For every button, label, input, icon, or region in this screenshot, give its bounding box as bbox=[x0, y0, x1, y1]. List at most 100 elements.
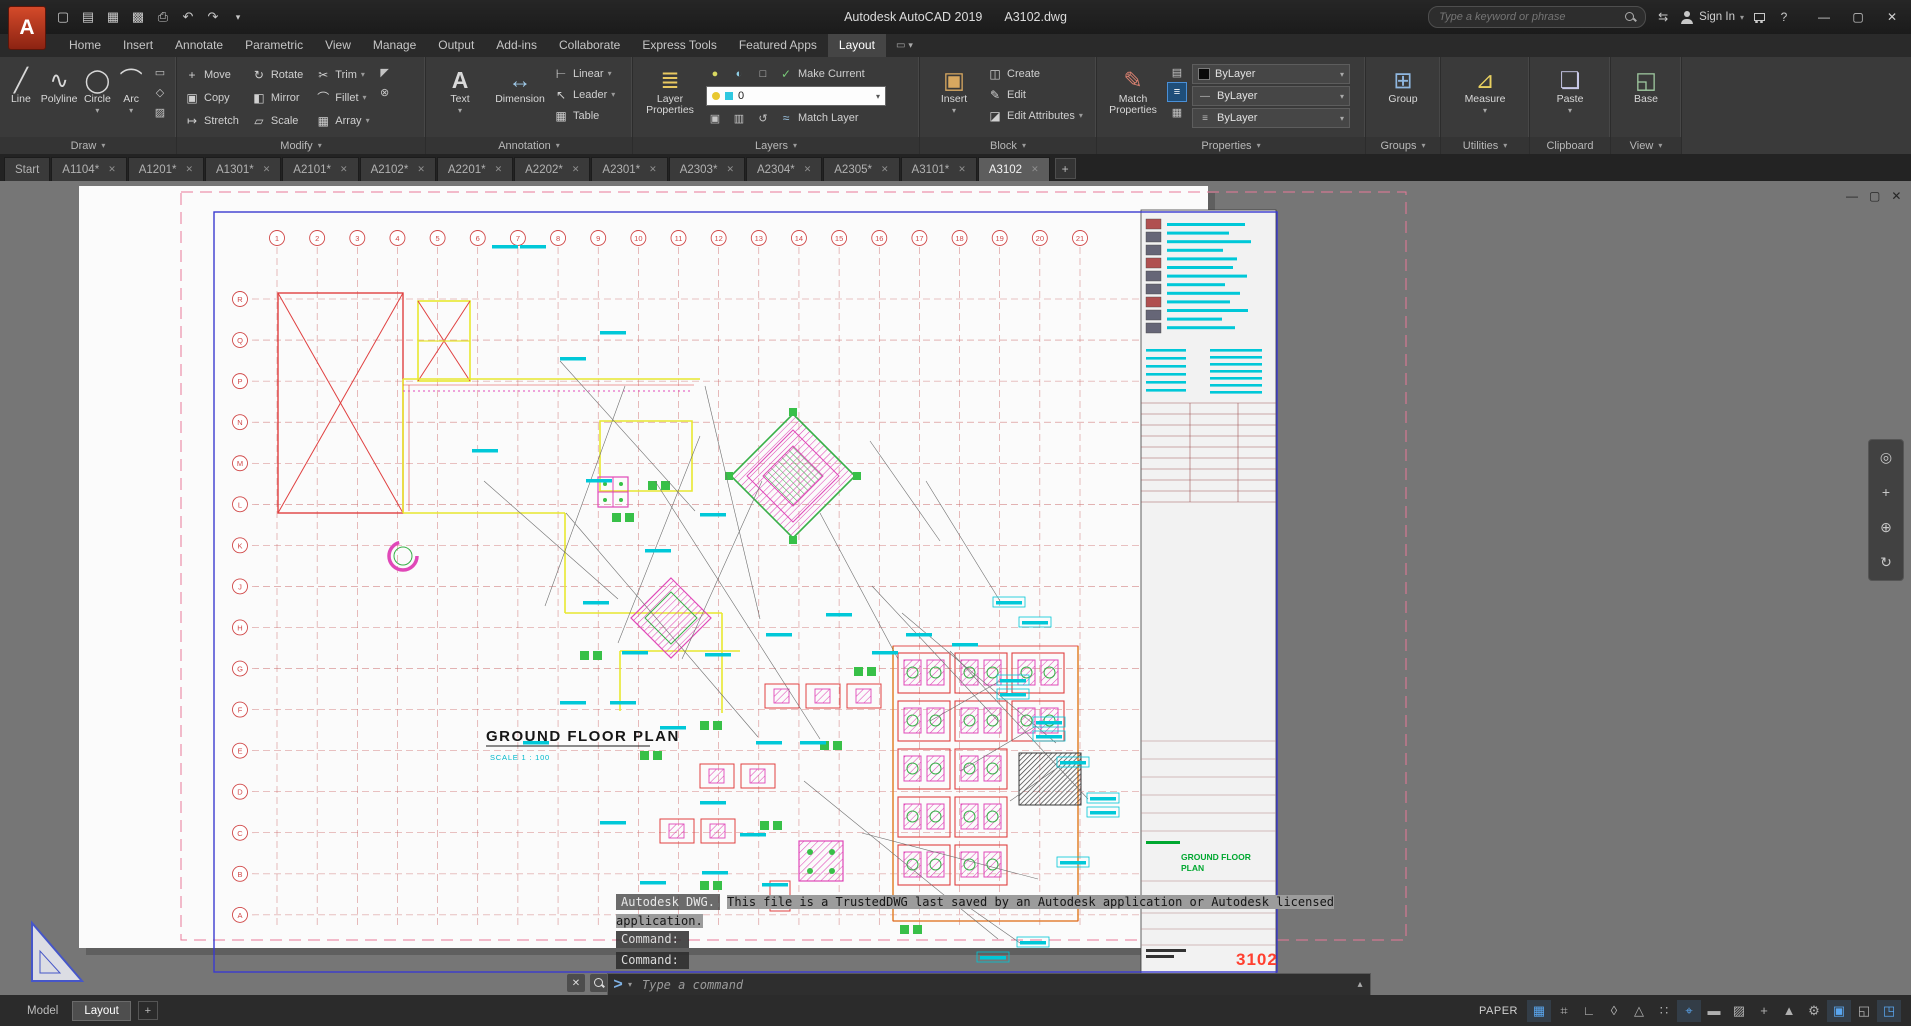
trim-button[interactable]: ✂ Trim ▾ bbox=[315, 65, 369, 84]
search-icon[interactable] bbox=[1624, 11, 1637, 24]
grid-icon[interactable]: ▦ bbox=[1527, 999, 1551, 1022]
ribbon-tab-manage[interactable]: Manage bbox=[362, 34, 427, 57]
model-tab[interactable]: Model bbox=[16, 1002, 69, 1020]
new-layout-button[interactable]: + bbox=[137, 1001, 158, 1020]
command-prompt-icon[interactable]: > bbox=[608, 976, 628, 994]
make-current-button[interactable]: ✓ Make Current bbox=[778, 65, 865, 84]
annotation-scale-icon[interactable]: ▲ bbox=[1777, 1000, 1801, 1022]
layer-lock-ic on[interactable]: □ bbox=[754, 65, 772, 83]
command-input[interactable] bbox=[640, 976, 1350, 993]
leader-button[interactable]: ↖ Leader ▾ bbox=[553, 85, 615, 104]
rotate-button[interactable]: ↻ Rotate bbox=[251, 65, 303, 84]
drawing-canvas[interactable]: 1 2 3 4 5 6 7 8 9 10 11 12 13 14 15 16 17 18 19 20 21 R Q P N M L K… bbox=[0, 181, 1911, 995]
ribbon-tab-view[interactable]: View bbox=[314, 34, 362, 57]
object-color-select[interactable]: ByLayer ▾ bbox=[1192, 64, 1350, 84]
file-tab-a2304[interactable]: A2304* ✕ bbox=[745, 157, 823, 181]
tab-close-icon[interactable]: ✕ bbox=[572, 164, 580, 175]
close-button[interactable]: ✕ bbox=[1875, 3, 1909, 31]
isometric-drafting-icon[interactable]: △ bbox=[1627, 1000, 1651, 1022]
linetype-select[interactable]: ― ByLayer ▾ bbox=[1192, 86, 1350, 106]
layer-off-icon[interactable]: ● bbox=[706, 65, 724, 83]
lineweight-icon[interactable]: ▬ bbox=[1702, 1000, 1726, 1022]
ribbon-tab-parametric[interactable]: Parametric bbox=[234, 34, 314, 57]
layout-tab[interactable]: Layout bbox=[72, 1000, 131, 1021]
isolate-objects-icon[interactable]: ◱ bbox=[1852, 1000, 1876, 1022]
ribbon-display-chevron-icon[interactable]: ▾ bbox=[908, 40, 913, 51]
orbit-icon[interactable]: ↻ bbox=[1880, 554, 1892, 571]
command-line[interactable]: > ▾ ▴ bbox=[607, 973, 1371, 995]
help-icon[interactable]: ? bbox=[1775, 10, 1793, 24]
ribbon-tab-express-tools[interactable]: Express Tools bbox=[631, 34, 727, 57]
file-tab-a2301[interactable]: A2301* ✕ bbox=[591, 157, 668, 181]
ribbon-tab-collaborate[interactable]: Collaborate bbox=[548, 34, 631, 57]
tab-close-icon[interactable]: ✕ bbox=[1031, 164, 1039, 175]
transparency-icon[interactable]: ▨ bbox=[1727, 1000, 1751, 1022]
quick-select-icon[interactable]: ▦ bbox=[1168, 103, 1186, 121]
layer-freeze-icon[interactable]: ◐ bbox=[730, 65, 748, 83]
panel-label-view[interactable]: View ▾ bbox=[1611, 137, 1681, 154]
new-file-icon[interactable]: ▢ bbox=[52, 6, 74, 28]
ribbon-tab-annotate[interactable]: Annotate bbox=[164, 34, 234, 57]
file-tab-a1301[interactable]: A1301* ✕ bbox=[205, 157, 282, 181]
tab-close-icon[interactable]: ✕ bbox=[881, 164, 889, 175]
polyline-button[interactable]: ∿ Polyline bbox=[41, 60, 78, 137]
tab-close-icon[interactable]: ✕ bbox=[804, 164, 812, 175]
tab-close-icon[interactable]: ✕ bbox=[185, 164, 193, 175]
stretch-button[interactable]: ↦ Stretch bbox=[184, 111, 239, 130]
paper-space-label[interactable]: PAPER bbox=[1479, 1005, 1518, 1017]
close-command-icon[interactable]: ✕ bbox=[567, 974, 585, 992]
tab-close-icon[interactable]: ✕ bbox=[417, 164, 425, 175]
properties-palette-icon[interactable]: ▤ bbox=[1168, 63, 1186, 81]
explode-icon[interactable]: ⊗ bbox=[376, 83, 394, 101]
array-button[interactable]: ▦ Array ▾ bbox=[315, 111, 370, 130]
rectangle-icon[interactable]: ▭ bbox=[151, 63, 169, 81]
table-button[interactable]: ▦ Table bbox=[553, 106, 615, 125]
layer-select[interactable]: 0 ▾ bbox=[706, 86, 886, 106]
help-search-box[interactable] bbox=[1428, 6, 1647, 28]
exchange-apps-icon[interactable]: ⇆ bbox=[1654, 10, 1672, 24]
customization-gear-icon[interactable]: ⚙ bbox=[1802, 1000, 1826, 1022]
fillet-button[interactable]: ⌒ Fillet ▾ bbox=[315, 88, 369, 107]
lineweight-select[interactable]: ≡ ByLayer ▾ bbox=[1192, 108, 1350, 128]
match-layer-button[interactable]: ≈ Match Layer bbox=[778, 109, 859, 128]
panel-label-utilities[interactable]: Utilities ▾ bbox=[1441, 137, 1529, 154]
file-tab-a1104[interactable]: A1104* ✕ bbox=[51, 157, 127, 181]
file-tab-a2303[interactable]: A2303* ✕ bbox=[668, 157, 745, 181]
line-button[interactable]: ╱ Line bbox=[7, 60, 35, 137]
file-tab-start[interactable]: Start bbox=[4, 157, 51, 181]
file-tab-a2202[interactable]: A2202* ✕ bbox=[514, 157, 591, 181]
dynamic-input-icon[interactable]: + bbox=[1752, 1000, 1776, 1022]
copy-button[interactable]: ▣ Copy bbox=[184, 88, 239, 107]
panel-label-modify[interactable]: Modify ▾ bbox=[177, 137, 425, 154]
ribbon-panel-toggle-icon[interactable]: ▭ bbox=[896, 40, 905, 51]
file-tab-a2101[interactable]: A2101* ✕ bbox=[282, 157, 359, 181]
panel-label-annotation[interactable]: Annotation ▾ bbox=[426, 137, 632, 154]
panel-label-block[interactable]: Block ▾ bbox=[920, 137, 1096, 154]
polar-tracking-icon[interactable]: ◊ bbox=[1602, 1000, 1626, 1022]
mirror-button[interactable]: ◧ Mirror bbox=[251, 88, 303, 107]
hatch-icon[interactable]: ▨ bbox=[151, 103, 169, 121]
save-icon[interactable]: ▦ bbox=[102, 6, 124, 28]
qat-customize-chevron-icon[interactable]: ▾ bbox=[227, 6, 249, 28]
file-tab-a2305[interactable]: A2305* ✕ bbox=[823, 157, 900, 181]
command-search-icon[interactable] bbox=[590, 974, 608, 992]
redo-icon[interactable]: ↷ bbox=[202, 6, 224, 28]
zoom-icon[interactable]: ⊕ bbox=[1880, 519, 1892, 536]
ribbon-tab-featured-apps[interactable]: Featured Apps bbox=[728, 34, 828, 57]
edit-attributes-button[interactable]: ◪ Edit Attributes ▾ bbox=[987, 106, 1083, 125]
ribbon-tab-add-ins[interactable]: Add-ins bbox=[485, 34, 548, 57]
store-cart-icon[interactable] bbox=[1752, 11, 1767, 24]
file-tab-a3101[interactable]: A3101* ✕ bbox=[900, 157, 977, 181]
new-drawing-tab-button[interactable]: + bbox=[1054, 158, 1076, 179]
layer-unisolate-icon[interactable]: ▥ bbox=[730, 109, 748, 127]
tab-close-icon[interactable]: ✕ bbox=[958, 164, 966, 175]
file-tab-a1201[interactable]: A1201* ✕ bbox=[127, 157, 205, 181]
panel-label-layers[interactable]: Layers ▾ bbox=[633, 137, 919, 154]
navigation-wheel-icon[interactable]: ◎ bbox=[1880, 449, 1892, 466]
tab-close-icon[interactable]: ✕ bbox=[726, 164, 734, 175]
maximize-button[interactable]: ▢ bbox=[1841, 3, 1875, 31]
circle-button[interactable]: ◯ Circle ▾ bbox=[84, 60, 112, 137]
ribbon-tab-output[interactable]: Output bbox=[427, 34, 485, 57]
annotation-monitor-icon[interactable]: ▣ bbox=[1827, 999, 1851, 1022]
panel-label-clipboard[interactable]: Clipboard bbox=[1530, 137, 1610, 154]
